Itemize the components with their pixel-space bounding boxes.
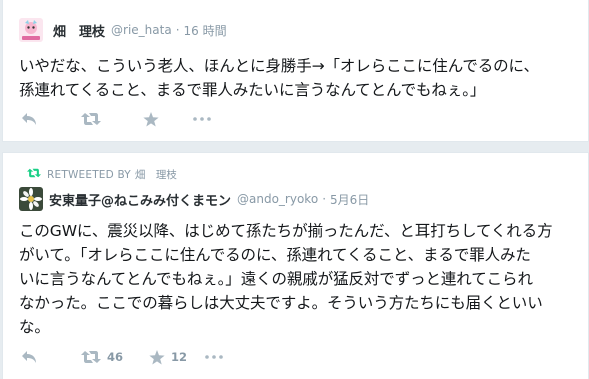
avatar-image [19, 187, 43, 211]
star-icon [143, 111, 159, 127]
reply-icon [21, 112, 37, 126]
favorite-button[interactable] [143, 111, 193, 127]
tweet-header: 畑 理枝 @rie_hata · 16 時間 [53, 20, 227, 40]
user-handle[interactable]: @ando_ryoko [237, 192, 318, 206]
favorite-count: 12 [171, 350, 188, 364]
tweet-actions: 46 12 [21, 348, 235, 366]
tweet-card[interactable]: RETWEETED BY 畑 理枝 安東量子@ねこみみ付くまモン @ando_r… [2, 152, 589, 379]
display-name[interactable]: 畑 理枝 [53, 21, 105, 40]
retweet-context: RETWEETED BY 畑 理枝 [27, 167, 177, 182]
retweet-icon [27, 168, 41, 181]
avatar-image [19, 18, 43, 42]
avatar[interactable] [19, 187, 43, 211]
retweet-button[interactable]: 46 [81, 350, 149, 364]
tweet-timestamp[interactable]: 5月6日 [330, 191, 369, 208]
more-button[interactable] [193, 117, 223, 121]
more-icon [193, 117, 211, 121]
reply-button[interactable] [21, 350, 81, 364]
tweet-header: 安東量子@ねこみみ付くまモン @ando_ryoko · 5月6日 [49, 189, 369, 209]
display-name[interactable]: 安東量子@ねこみみ付くまモン [49, 190, 231, 209]
tweet-text: いやだな、こういう老人、ほんとに身勝手→「オレらここに住んでるのに、 孫連れてく… [19, 57, 539, 99]
separator: · [322, 192, 327, 206]
reply-icon [21, 350, 37, 364]
user-handle[interactable]: @rie_hata [111, 23, 172, 37]
avatar[interactable] [19, 18, 43, 42]
retweet-count: 46 [107, 350, 124, 364]
retweet-icon [81, 350, 101, 364]
tweet-actions [21, 110, 223, 128]
more-button[interactable] [205, 355, 235, 359]
retweet-button[interactable] [81, 112, 143, 126]
star-icon [149, 349, 165, 365]
tweet-card[interactable]: 畑 理枝 @rie_hata · 16 時間 いやだな、こういう老人、ほんとに身… [2, 0, 589, 142]
retweeted-by-label: RETWEETED BY [47, 168, 131, 181]
tweet-text: このGWに、震災以降、はじめて孫たちが揃ったんだ、と耳打ちしてくれる方 がいて。… [19, 222, 553, 336]
more-icon [205, 355, 223, 359]
reply-button[interactable] [21, 112, 81, 126]
separator: · [175, 23, 180, 37]
tweet-timestamp[interactable]: 16 時間 [184, 22, 227, 39]
retweeted-by-user[interactable]: 畑 理枝 [135, 167, 177, 182]
retweet-icon [81, 112, 101, 126]
favorite-button[interactable]: 12 [149, 349, 205, 365]
